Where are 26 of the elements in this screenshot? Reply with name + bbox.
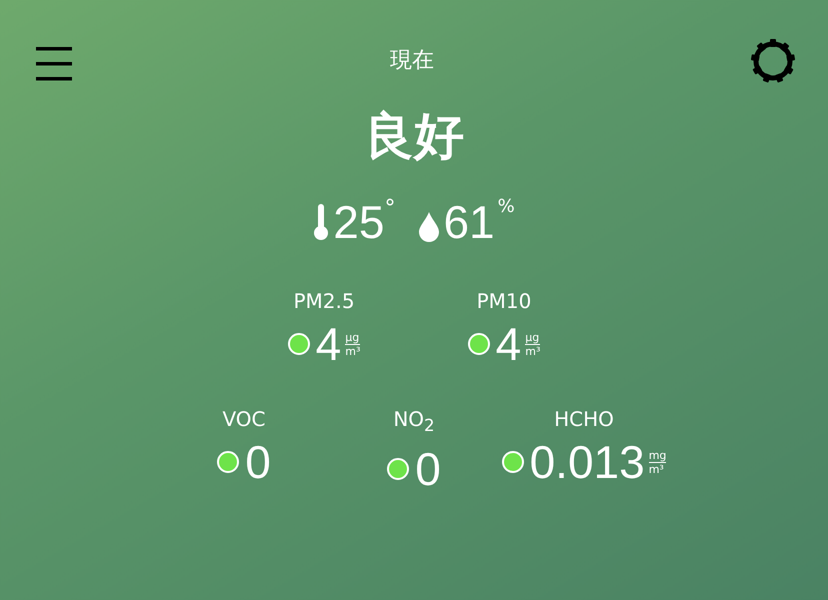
metric-label: VOC — [222, 406, 266, 432]
unit-denominator: m³ — [525, 344, 540, 358]
unit-denominator: m³ — [648, 462, 665, 476]
thermometer-icon — [313, 203, 330, 241]
metric-label: PM10 — [476, 288, 532, 314]
menu-icon[interactable] — [36, 45, 74, 83]
temperature-value: 25 — [333, 195, 384, 249]
metric-label: NO$_{2}$ — [393, 406, 435, 437]
unit-numerator: μg — [525, 330, 540, 344]
metric-value: 0 — [415, 443, 441, 495]
temperature-unit: ° — [384, 196, 396, 221]
metric-value: 0.013 — [530, 436, 645, 488]
unit-numerator: mg — [648, 448, 666, 462]
water-drop-icon — [419, 212, 440, 242]
unit-denominator: m³ — [345, 344, 360, 358]
metric-value: 4 — [316, 318, 342, 370]
unit-numerator: μg — [345, 330, 360, 344]
metric-value: 4 — [496, 318, 522, 370]
humidity-unit: % — [498, 196, 515, 217]
metric-label: HCHO — [554, 406, 614, 432]
metric-label: PM2.5 — [293, 288, 355, 314]
humidity-value: 61 — [443, 195, 495, 249]
header-title: 現在 — [390, 47, 434, 75]
metric-value: 0 — [245, 436, 271, 488]
settings-icon[interactable] — [750, 38, 796, 84]
air-quality-status: 良好 — [363, 106, 465, 166]
